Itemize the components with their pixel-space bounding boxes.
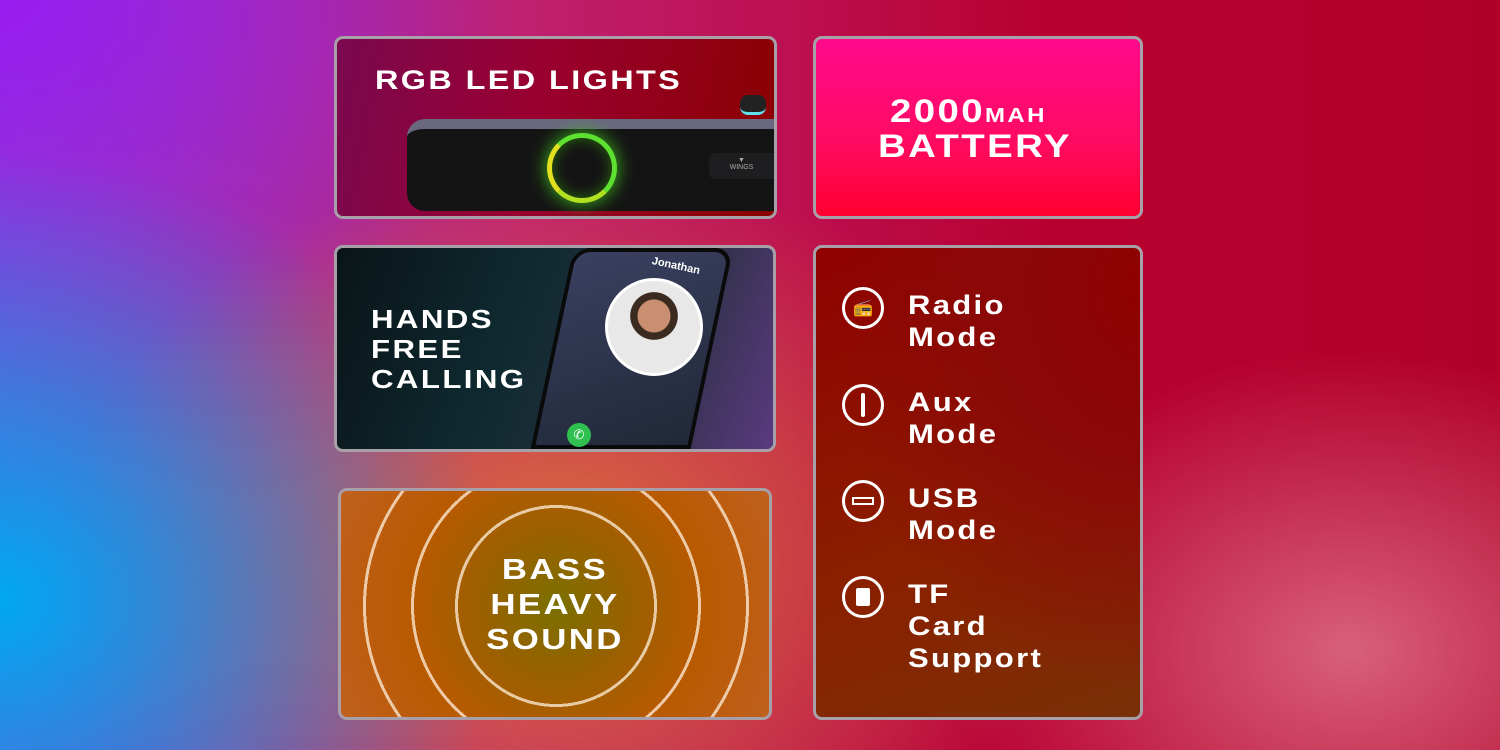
battery-label: Battery	[878, 128, 1072, 164]
phone-call-icon: ✆	[567, 423, 591, 447]
battery-card: 2000MAH Battery	[813, 36, 1143, 219]
feature-aux-mode: Aux Mode	[842, 384, 996, 450]
feature-line: Mode	[908, 419, 999, 449]
feature-tf-card-support: TF Card Support	[842, 576, 1041, 674]
rgb-led-lights-card: ▼ WINGS RGB LED Lights	[334, 36, 777, 219]
modes-card: 📻 Radio Mode Aux Mode USB Mode TF Card Suppor…	[813, 245, 1143, 720]
battery-capacity: 2000MAH	[890, 95, 1047, 127]
bass-line: Sound	[486, 624, 624, 656]
feature-line: Aux	[908, 387, 974, 417]
volume-knob	[740, 95, 766, 115]
aux-jack-icon	[842, 384, 884, 426]
bass-title: Bass Heavy Sound	[341, 553, 769, 658]
feature-line: TF	[908, 579, 951, 609]
calling-line: Calling	[371, 364, 527, 394]
feature-line: Card	[908, 611, 988, 641]
feature-radio-mode: 📻 Radio Mode	[842, 287, 1003, 353]
feature-line: Mode	[908, 515, 999, 545]
sd-card-icon	[842, 576, 884, 618]
caller-avatar	[605, 278, 703, 376]
calling-line: Free	[371, 334, 464, 364]
calling-title: Hands Free Calling	[371, 304, 524, 394]
feature-line: Radio	[908, 290, 1006, 320]
brand-label: WINGS	[729, 164, 754, 171]
feature-line: Support	[908, 643, 1044, 673]
rgb-ring-light	[547, 133, 617, 203]
radio-icon: 📻	[842, 287, 884, 329]
wings-logo: ▼ WINGS	[709, 153, 774, 179]
calling-line: Hands	[371, 304, 494, 334]
capacity-unit: MAH	[985, 105, 1047, 127]
capacity-value: 2000	[890, 93, 986, 129]
feature-usb-mode: USB Mode	[842, 480, 996, 546]
feature-line: Mode	[908, 322, 999, 352]
hands-free-calling-card: Jonathan ✆ Hands Free Calling	[334, 245, 776, 452]
rgb-title: RGB LED Lights	[375, 65, 683, 95]
feature-line: USB	[908, 483, 981, 513]
bass-heavy-sound-card: Bass Heavy Sound	[338, 488, 772, 720]
bass-line: Bass	[501, 554, 609, 586]
usb-icon	[842, 480, 884, 522]
bass-line: Heavy	[490, 589, 620, 621]
